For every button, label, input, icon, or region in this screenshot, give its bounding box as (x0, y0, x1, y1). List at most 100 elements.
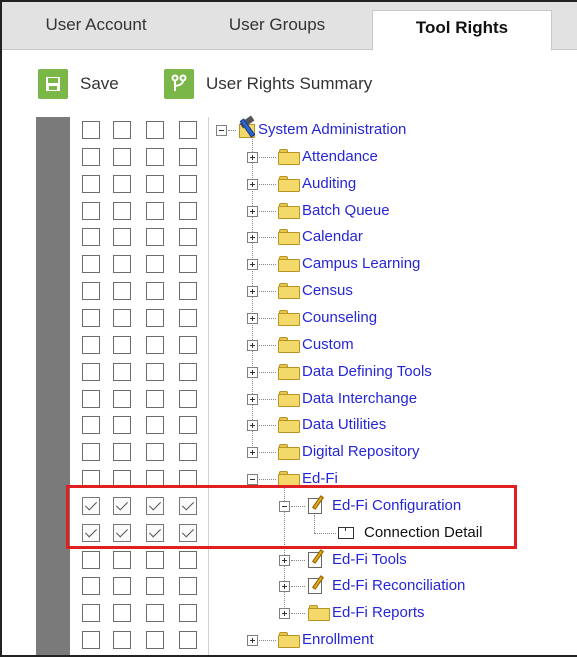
rights-checkbox[interactable] (82, 255, 100, 273)
rights-checkbox[interactable] (146, 228, 164, 246)
rights-checkbox[interactable] (82, 336, 100, 354)
expander-batch-queue[interactable] (247, 206, 258, 217)
user-rights-summary-button[interactable]: User Rights Summary (164, 68, 372, 100)
rights-checkbox[interactable] (113, 175, 131, 193)
tree-node-digital-repository[interactable]: Digital Repository (302, 443, 420, 461)
rights-checkbox[interactable] (179, 577, 197, 595)
expander-campus-learning[interactable] (247, 259, 258, 270)
expander-counseling[interactable] (247, 313, 258, 324)
rights-checkbox[interactable] (179, 631, 197, 649)
expander-enrollment[interactable] (247, 635, 258, 646)
expander-calendar[interactable] (247, 232, 258, 243)
tree-node-ed-fi-reports[interactable]: Ed-Fi Reports (332, 604, 425, 622)
expander-auditing[interactable] (247, 179, 258, 190)
rights-checkbox[interactable] (146, 443, 164, 461)
rights-checkbox[interactable] (146, 175, 164, 193)
expander-attendance[interactable] (247, 152, 258, 163)
rights-checkbox[interactable] (179, 121, 197, 139)
rights-checkbox[interactable] (146, 604, 164, 622)
rights-checkbox[interactable] (179, 282, 197, 300)
rights-checkbox[interactable] (113, 416, 131, 434)
rights-checkbox[interactable] (179, 551, 197, 569)
expander-digital-repository[interactable] (247, 447, 258, 458)
rights-checkbox[interactable] (146, 363, 164, 381)
rights-checkbox[interactable] (179, 175, 197, 193)
rights-checkbox[interactable] (82, 577, 100, 595)
tab-user-account[interactable]: User Account (16, 2, 176, 50)
rights-checkbox[interactable] (113, 309, 131, 327)
rights-checkbox[interactable] (179, 443, 197, 461)
tree-node-attendance[interactable]: Attendance (302, 148, 378, 166)
rights-checkbox[interactable] (113, 631, 131, 649)
rights-checkbox[interactable] (82, 390, 100, 408)
tree-node-system-administration[interactable]: System Administration (258, 121, 406, 139)
rights-checkbox[interactable] (113, 148, 131, 166)
rights-checkbox[interactable] (146, 551, 164, 569)
expander-ed-fi-reports[interactable] (279, 608, 290, 619)
rights-checkbox[interactable] (146, 255, 164, 273)
rights-checkbox[interactable] (82, 228, 100, 246)
tree-node-census[interactable]: Census (302, 282, 353, 300)
expander-ed-fi[interactable] (247, 474, 258, 485)
rights-checkbox[interactable] (82, 202, 100, 220)
rights-checkbox[interactable] (113, 390, 131, 408)
rights-checkbox[interactable] (113, 282, 131, 300)
rights-checkbox[interactable] (82, 363, 100, 381)
rights-checkbox[interactable] (179, 390, 197, 408)
expander-ed-fi-reconciliation[interactable] (279, 581, 290, 592)
expander-data-interchange[interactable] (247, 394, 258, 405)
rights-checkbox[interactable] (146, 148, 164, 166)
rights-checkbox[interactable] (179, 416, 197, 434)
rights-checkbox[interactable] (179, 309, 197, 327)
tree-node-data-utilities[interactable]: Data Utilities (302, 416, 386, 434)
rights-checkbox[interactable] (146, 309, 164, 327)
rights-checkbox[interactable] (82, 443, 100, 461)
tree-node-campus-learning[interactable]: Campus Learning (302, 255, 420, 273)
rights-checkbox[interactable] (179, 604, 197, 622)
rights-checkbox[interactable] (146, 577, 164, 595)
rights-checkbox[interactable] (146, 282, 164, 300)
tree-node-auditing[interactable]: Auditing (302, 175, 356, 193)
expander-system-administration[interactable] (216, 125, 227, 136)
tab-tool-rights[interactable]: Tool Rights (372, 10, 552, 51)
rights-checkbox[interactable] (82, 121, 100, 139)
tree-node-data-defining-tools[interactable]: Data Defining Tools (302, 363, 432, 381)
rights-checkbox[interactable] (179, 228, 197, 246)
tree-node-data-interchange[interactable]: Data Interchange (302, 390, 417, 408)
rights-checkbox[interactable] (146, 416, 164, 434)
rights-checkbox[interactable] (113, 604, 131, 622)
rights-checkbox[interactable] (82, 416, 100, 434)
rights-checkbox[interactable] (146, 202, 164, 220)
rights-checkbox[interactable] (82, 282, 100, 300)
rights-checkbox[interactable] (113, 121, 131, 139)
expander-data-defining-tools[interactable] (247, 367, 258, 378)
rights-checkbox[interactable] (82, 175, 100, 193)
rights-checkbox[interactable] (146, 121, 164, 139)
tree-node-calendar[interactable]: Calendar (302, 228, 363, 246)
save-button[interactable]: Save (38, 68, 119, 100)
rights-checkbox[interactable] (82, 551, 100, 569)
rights-checkbox[interactable] (82, 604, 100, 622)
tree-node-ed-fi-reconciliation[interactable]: Ed-Fi Reconciliation (332, 577, 465, 595)
rights-checkbox[interactable] (113, 551, 131, 569)
tree-node-enrollment[interactable]: Enrollment (302, 631, 374, 649)
rights-checkbox[interactable] (179, 255, 197, 273)
tab-user-groups[interactable]: User Groups (202, 2, 352, 50)
expander-census[interactable] (247, 286, 258, 297)
expander-ed-fi-tools[interactable] (279, 555, 290, 566)
rights-checkbox[interactable] (146, 390, 164, 408)
rights-checkbox[interactable] (179, 363, 197, 381)
rights-checkbox[interactable] (179, 336, 197, 354)
rights-checkbox[interactable] (113, 255, 131, 273)
rights-checkbox[interactable] (113, 577, 131, 595)
rights-checkbox[interactable] (113, 336, 131, 354)
tree-node-ed-fi-tools[interactable]: Ed-Fi Tools (332, 551, 407, 569)
rights-checkbox[interactable] (82, 148, 100, 166)
tree-node-counseling[interactable]: Counseling (302, 309, 377, 327)
rights-checkbox[interactable] (113, 363, 131, 381)
rights-checkbox[interactable] (146, 336, 164, 354)
rights-checkbox[interactable] (113, 443, 131, 461)
rights-checkbox[interactable] (113, 202, 131, 220)
rights-checkbox[interactable] (146, 631, 164, 649)
rights-checkbox[interactable] (113, 228, 131, 246)
